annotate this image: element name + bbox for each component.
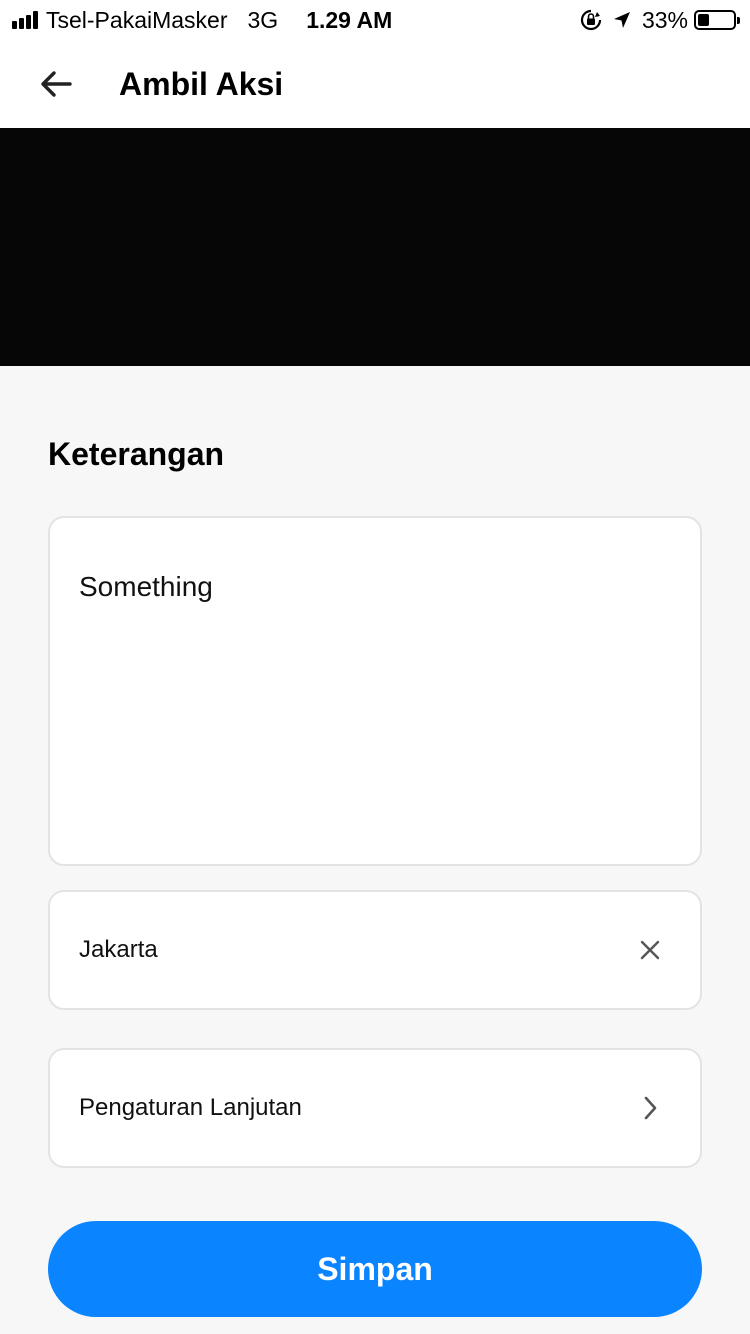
- clock-time: 1.29 AM: [306, 6, 393, 33]
- form-content: Keterangan Something Jakarta Pengaturan …: [0, 366, 750, 1334]
- advanced-settings-row[interactable]: Pengaturan Lanjutan: [48, 1048, 702, 1168]
- battery-level-fill: [698, 14, 709, 26]
- network-type: 3G: [247, 6, 279, 33]
- arrow-left-icon: [41, 71, 72, 97]
- carrier-name: Tsel-PakaiMasker: [46, 6, 228, 33]
- advanced-settings-label: Pengaturan Lanjutan: [79, 1094, 302, 1121]
- status-left: Tsel-PakaiMasker 3G 1.29 AM: [12, 6, 392, 34]
- description-textarea[interactable]: Something: [48, 516, 702, 866]
- camera-preview: [0, 128, 750, 366]
- battery-percent: 33%: [641, 6, 688, 33]
- save-button[interactable]: Simpan: [48, 1221, 702, 1317]
- battery-icon: [694, 10, 740, 30]
- page-title: Ambil Aksi: [119, 66, 284, 102]
- chevron-right-icon: [630, 1088, 670, 1128]
- status-right: 33%: [580, 6, 740, 34]
- back-button[interactable]: [30, 60, 82, 108]
- clear-location-button[interactable]: [630, 930, 670, 970]
- signal-strength-icon: [12, 11, 38, 29]
- orientation-lock-icon: [580, 9, 602, 31]
- navigation-bar: Ambil Aksi: [0, 40, 750, 128]
- location-value: Jakarta: [79, 936, 158, 963]
- section-title: Keterangan: [48, 436, 225, 472]
- battery-tip: [737, 17, 740, 24]
- location-field[interactable]: Jakarta: [48, 890, 702, 1010]
- description-value: Something: [79, 571, 213, 602]
- status-bar: Tsel-PakaiMasker 3G 1.29 AM 33%: [0, 0, 750, 40]
- location-arrow-icon: [612, 10, 632, 30]
- close-icon: [640, 940, 660, 960]
